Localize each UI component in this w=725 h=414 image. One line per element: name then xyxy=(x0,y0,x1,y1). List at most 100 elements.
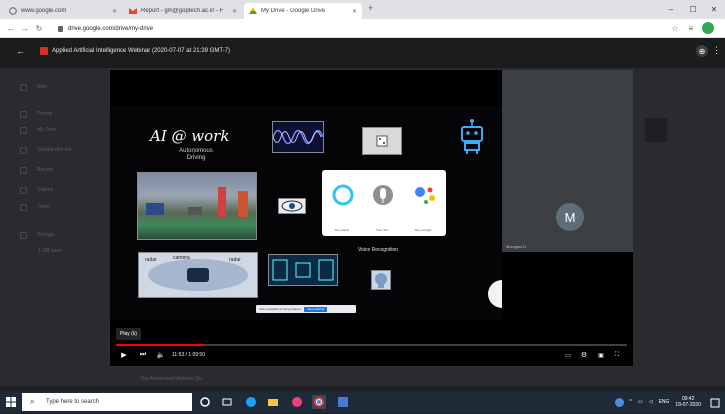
search-icon: ⌕ xyxy=(30,397,35,406)
car-sensors-diagram: radar camera radar xyxy=(138,252,258,298)
time-display: 11:53 / 1:09:50 xyxy=(172,352,205,358)
settings-gear-icon[interactable]: ⚙ xyxy=(579,348,589,362)
close-icon[interactable]: ✕ xyxy=(112,8,117,15)
cloud-icon xyxy=(20,231,27,239)
close-icon[interactable]: ✕ xyxy=(232,8,237,15)
tab-label: My Drive - Google Drive xyxy=(261,8,326,14)
people-icon xyxy=(20,146,27,154)
search-placeholder: Type here to search xyxy=(46,399,100,405)
sidebar-item-storage: Storage xyxy=(20,228,55,242)
extensions-icon[interactable]: ≡ xyxy=(684,19,698,38)
drive-file-row: The Automated Webinar Gu xyxy=(110,372,633,386)
clock[interactable]: 09:42 18-07-2020 xyxy=(675,396,701,408)
voice-label-google: "Hey Google" xyxy=(414,228,432,232)
close-window-button[interactable]: ✕ xyxy=(703,0,725,19)
edge-icon[interactable] xyxy=(244,395,258,409)
fullscreen-icon[interactable]: ⛶ xyxy=(612,348,622,362)
voice-recognition-label: Voice Recognition xyxy=(358,247,399,253)
play-button[interactable]: ▶ xyxy=(118,348,130,362)
notifications-icon[interactable] xyxy=(710,396,720,408)
slide-title: AI @ work xyxy=(150,127,230,145)
chevron-up-icon[interactable]: ^ xyxy=(630,399,632,405)
miniplayer-icon[interactable]: ▣ xyxy=(596,348,606,362)
app-icon[interactable] xyxy=(336,395,350,409)
sidebar-item-my-drive: My Drive xyxy=(20,123,57,137)
voice-label-alexa: "Hey Alexa" xyxy=(334,228,350,232)
star-icon[interactable]: ☆ xyxy=(668,19,682,38)
drive-file-thumb xyxy=(645,118,667,142)
storage-usage: 1 GB used xyxy=(38,248,62,254)
reload-icon[interactable]: ↻ xyxy=(32,19,46,38)
recording-icon xyxy=(40,47,48,55)
tab-my-drive[interactable]: My Drive - Google Drive ✕ xyxy=(244,3,362,19)
participant-name: Murugan G xyxy=(506,244,527,249)
slide-subtitle: Autonomous Driving xyxy=(179,148,213,161)
progress-fill xyxy=(116,344,203,346)
sidebar-item-shared: Shared with me xyxy=(20,143,72,157)
stop-sharing-button[interactable]: Stop sharing xyxy=(304,306,328,312)
globe-icon xyxy=(9,7,17,15)
alexa-icon xyxy=(332,180,354,210)
media-icon[interactable] xyxy=(290,395,304,409)
brain-head-image xyxy=(371,270,391,290)
play-tooltip: Play (k) xyxy=(116,328,141,340)
siri-mic-icon xyxy=(372,180,394,210)
cortana-icon[interactable] xyxy=(198,395,212,409)
chrome-icon[interactable] xyxy=(312,395,326,409)
subtitles-icon[interactable]: ▭ xyxy=(563,348,573,362)
trash-icon xyxy=(20,203,27,211)
google-assistant-icon xyxy=(412,182,438,210)
participant-avatar: M xyxy=(556,203,584,231)
neural-network-diagram xyxy=(268,254,338,286)
next-button[interactable]: ⏭ xyxy=(137,348,149,362)
tab-google[interactable]: www.google.com ✕ xyxy=(4,3,122,19)
svg-text:radar: radar xyxy=(145,257,157,263)
sidebar-item-starred: Starred xyxy=(20,183,53,197)
priority-icon xyxy=(20,110,27,118)
lock-icon xyxy=(58,25,63,32)
tab-label: www.google.com xyxy=(21,8,67,14)
user-tray-icon[interactable] xyxy=(614,397,624,407)
plus-icon xyxy=(20,83,27,91)
close-icon[interactable]: ✕ xyxy=(352,8,357,15)
svg-text:camera: camera xyxy=(173,255,190,261)
address-bar[interactable]: drive.google.com/drive/my-drive xyxy=(58,22,658,35)
sidebar-item-recent: Recent xyxy=(20,163,53,177)
robot-icon xyxy=(456,118,488,156)
volume-tray-icon[interactable]: ◁ xyxy=(649,399,653,405)
participant-tile-empty xyxy=(502,252,633,320)
maximize-button[interactable]: ☐ xyxy=(682,0,704,19)
forward-icon[interactable]: → xyxy=(18,19,32,38)
task-view-icon[interactable] xyxy=(220,395,234,409)
system-tray: ^ ▭ ◁ ENG 09:42 18-07-2020 xyxy=(614,391,701,413)
file-explorer-icon[interactable] xyxy=(266,395,280,409)
dice-image xyxy=(362,127,402,155)
autonomous-car-image xyxy=(137,172,257,240)
arrow-left-icon[interactable]: ← xyxy=(16,46,25,56)
profile-avatar[interactable] xyxy=(702,22,714,34)
sidebar-item-priority: Priority xyxy=(20,107,53,121)
eye-image xyxy=(278,198,306,214)
minimize-button[interactable]: – xyxy=(660,0,682,19)
svg-text:radar: radar xyxy=(229,257,241,263)
new-tab-button[interactable]: + xyxy=(368,3,373,13)
taskbar-search-input[interactable]: ⌕ Type here to search xyxy=(22,393,192,411)
more-options-icon[interactable]: ⋮ xyxy=(712,45,721,56)
star-icon xyxy=(20,186,27,194)
clock-icon xyxy=(20,166,27,174)
clock-date: 18-07-2020 xyxy=(675,402,701,408)
drive-folder-icon xyxy=(20,126,27,134)
drive-logo-icon: ⊕ xyxy=(696,45,708,57)
back-icon[interactable]: ← xyxy=(4,19,18,38)
meeting-title: Applied Artificial Intelligence Webinar … xyxy=(52,48,230,54)
windows-start-icon[interactable] xyxy=(0,391,22,413)
tab-label: Report - gm@goptech.ac.in - F xyxy=(141,8,224,14)
gmail-icon xyxy=(129,7,137,15)
tab-report[interactable]: Report - gm@goptech.ac.in - F ✕ xyxy=(124,3,242,19)
language-indicator[interactable]: ENG xyxy=(659,399,670,405)
volume-icon[interactable]: 🔈 xyxy=(155,348,167,362)
share-notice-text: Video playback is being shared xyxy=(259,307,301,311)
voice-label-siri: "Hey Siri" xyxy=(376,228,389,232)
sidebar-item-new: New xyxy=(20,80,47,94)
network-icon[interactable]: ▭ xyxy=(638,399,643,405)
